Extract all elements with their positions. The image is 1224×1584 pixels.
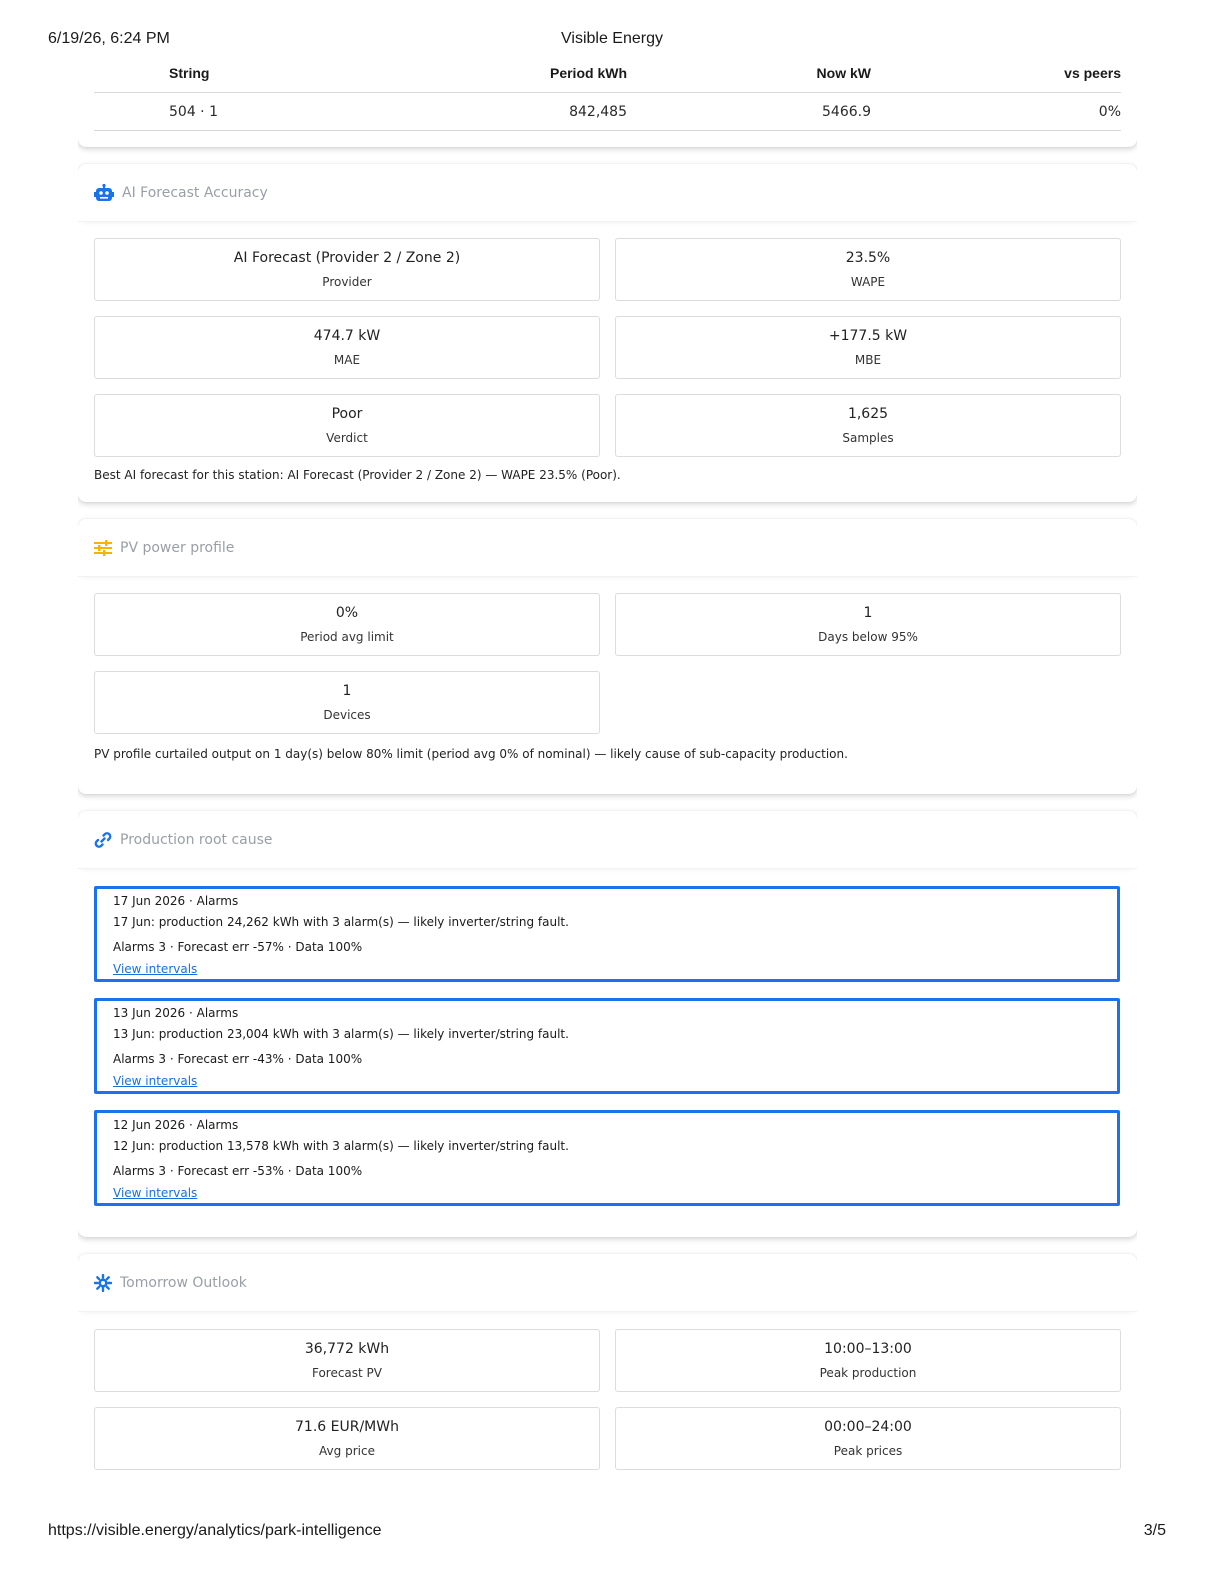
view-intervals-link[interactable]: View intervals [113,1186,197,1200]
column-header-now-kw[interactable]: Now kW [817,65,871,81]
stat-label: Period avg limit [300,630,394,644]
stat-value: 1 [863,605,873,621]
ai-forecast-header: AI Forecast Accuracy [78,164,1137,222]
root-cause-heading: 17 Jun 2026 · Alarms [113,894,239,908]
cell-period-kwh: 842,485 [569,103,627,120]
stat-peak-production: 10:00–13:00 Peak production [615,1329,1121,1392]
stat-value: 1,625 [847,406,889,422]
stat-days-below: 1 Days below 95% [615,593,1121,656]
stat-peak-prices: 00:00–24:00 Peak prices [615,1407,1121,1470]
cell-vs-peers: 0% [1098,103,1121,120]
root-cause-heading: 12 Jun 2026 · Alarms [113,1118,239,1132]
stat-label: Peak prices [833,1444,903,1458]
root-cause-item: 13 Jun 2026 · Alarms 13 Jun: production … [94,998,1120,1094]
strings-table: String Period kWh Now kW vs peers 504 · … [94,57,1121,131]
column-header-vs-peers[interactable]: vs peers [1064,65,1121,81]
tomorrow-outlook-card: Tomorrow Outlook 36,772 kWh Forecast PV … [78,1254,1137,1513]
stat-mbe: +177.5 kW MBE [615,316,1121,379]
root-cause-item: 12 Jun 2026 · Alarms 12 Jun: production … [94,1110,1120,1206]
sun-gear-icon [94,1273,112,1292]
stat-value: Poor [331,406,363,422]
stat-label: Samples [842,431,894,445]
stat-label: Provider [322,275,372,289]
robot-icon [94,183,114,202]
root-cause-card: Production root cause 17 Jun 2026 · Alar… [78,811,1137,1237]
print-page-number: 3/5 [1143,1522,1166,1539]
card-title: Tomorrow Outlook [120,1274,247,1291]
table-header-row: String Period kWh Now kW vs peers [94,57,1121,93]
root-cause-item: 17 Jun 2026 · Alarms 17 Jun: production … [94,886,1120,982]
root-cause-summary: 12 Jun: production 13,578 kWh with 3 ala… [113,1139,569,1153]
sliders-icon [94,539,112,556]
ai-forecast-card: AI Forecast Accuracy AI Forecast (Provid… [78,164,1137,502]
view-intervals-link[interactable]: View intervals [113,1074,197,1088]
root-cause-metrics: Alarms 3 · Forecast err -43% · Data 100% [113,1052,363,1066]
pv-profile-header: PV power profile [78,519,1137,577]
root-cause-heading: 13 Jun 2026 · Alarms [113,1006,239,1020]
stat-label: Peak production [819,1366,917,1380]
page-content: String Period kWh Now kW vs peers 504 · … [78,57,1137,1513]
stat-label: MBE [854,353,882,367]
stat-label: WAPE [850,275,886,289]
pv-profile-note: PV profile curtailed output on 1 day(s) … [94,747,848,761]
pv-profile-card: PV power profile 0% Period avg limit 1 D… [78,519,1137,794]
stat-value: 474.7 kW [313,328,381,344]
print-title: Visible Energy [561,30,663,47]
stat-wape: 23.5% WAPE [615,238,1121,301]
stat-forecast-pv: 36,772 kWh Forecast PV [94,1329,600,1392]
card-title: AI Forecast Accuracy [122,184,268,201]
card-title: PV power profile [120,539,235,556]
print-header: 6/19/26, 6:24 PM Visible Energy [48,30,1176,50]
stat-label: Days below 95% [818,630,918,644]
root-cause-header: Production root cause [78,811,1137,869]
cell-now-kw: 5466.9 [822,103,871,120]
stat-value: 00:00–24:00 [824,1419,912,1435]
stat-period-avg-limit: 0% Period avg limit [94,593,600,656]
cell-string: 504 · 1 [169,103,218,120]
stat-devices: 1 Devices [94,671,600,734]
stat-mae: 474.7 kW MAE [94,316,600,379]
stat-label: Verdict [326,431,368,445]
stat-value: 23.5% [845,250,891,266]
stat-value: 71.6 EUR/MWh [295,1419,399,1435]
column-header-period-kwh[interactable]: Period kWh [550,65,627,81]
view-intervals-link[interactable]: View intervals [113,962,197,976]
stat-samples: 1,625 Samples [615,394,1121,457]
root-cause-metrics: Alarms 3 · Forecast err -57% · Data 100% [113,940,363,954]
stat-label: Devices [323,708,371,722]
root-cause-summary: 17 Jun: production 24,262 kWh with 3 ala… [113,915,569,929]
stat-value: 1 [342,683,352,699]
print-footer: https://visible.energy/analytics/park-in… [48,1522,1176,1542]
table-row[interactable]: 504 · 1 842,485 5466.9 0% [94,93,1121,131]
stat-label: Avg price [319,1444,375,1458]
ai-forecast-note: Best AI forecast for this station: AI Fo… [94,468,621,482]
stat-label: Forecast PV [311,1366,383,1380]
link-icon [94,831,112,849]
stat-value: 0% [335,605,359,621]
print-url: https://visible.energy/analytics/park-in… [48,1522,382,1539]
stat-verdict: Poor Verdict [94,394,600,457]
stat-value: AI Forecast (Provider 2 / Zone 2) [233,250,461,266]
root-cause-metrics: Alarms 3 · Forecast err -53% · Data 100% [113,1164,363,1178]
stat-value: 10:00–13:00 [824,1341,912,1357]
card-title: Production root cause [120,831,273,848]
stat-value: 36,772 kWh [304,1341,390,1357]
stat-value: +177.5 kW [828,328,908,344]
stat-label: MAE [333,353,361,367]
strings-table-card: String Period kWh Now kW vs peers 504 · … [78,57,1137,147]
stat-avg-price: 71.6 EUR/MWh Avg price [94,1407,600,1470]
root-cause-summary: 13 Jun: production 23,004 kWh with 3 ala… [113,1027,569,1041]
column-header-string[interactable]: String [169,65,209,81]
stat-provider: AI Forecast (Provider 2 / Zone 2) Provid… [94,238,600,301]
tomorrow-outlook-header: Tomorrow Outlook [78,1254,1137,1312]
